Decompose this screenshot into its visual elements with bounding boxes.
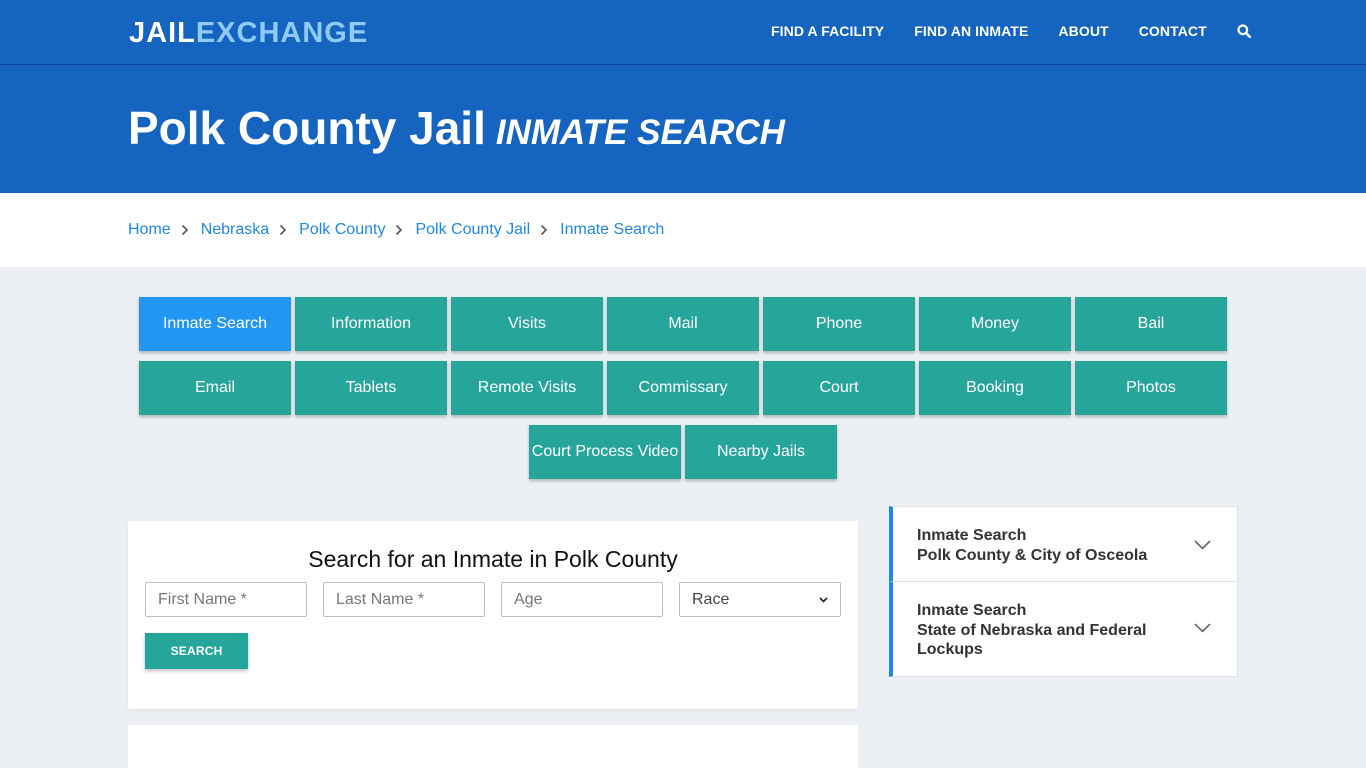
chevron-right-icon [541,224,548,236]
tab-booking[interactable]: Booking [919,361,1071,415]
tab-money[interactable]: Money [919,297,1071,351]
accordion-item-subtitle: Polk County & City of Osceola [917,546,1148,564]
race-select-value: Race [692,590,730,608]
chevron-down-icon [1194,623,1211,633]
page-title-subtitle: INMATE SEARCH [495,113,785,152]
sidebar-accordion: Inmate Search Polk County & City of Osce… [889,506,1238,677]
search-icon[interactable] [1237,24,1251,38]
top-navbar: JAILEXCHANGE FIND A FACILITY FIND AN INM… [0,0,1366,64]
tab-information[interactable]: Information [295,297,447,351]
breadcrumb-polk-county-jail[interactable]: Polk County Jail [415,220,530,240]
breadcrumb: Home Nebraska Polk County Polk County Ja… [128,220,664,240]
tab-row: Inmate Search Information Visits Mail Ph… [0,297,1366,351]
page-hero: Polk County Jail INMATE SEARCH [0,64,1366,193]
race-select[interactable]: Race [679,582,841,617]
facility-tabs: Inmate Search Information Visits Mail Ph… [0,297,1366,489]
breadcrumb-inmate-search[interactable]: Inmate Search [560,220,664,240]
chevron-right-icon [396,224,403,236]
inmate-search-card: Search for an Inmate in Polk County Firs… [128,521,858,709]
tab-inmate-search[interactable]: Inmate Search [139,297,291,351]
logo-text-exchange: EXCHANGE [195,17,369,49]
content-card [128,725,858,768]
search-heading: Search for an Inmate in Polk County [308,546,678,572]
tab-phone[interactable]: Phone [763,297,915,351]
chevron-down-icon [1194,540,1211,550]
page-title-main: Polk County Jail [128,102,486,154]
tab-email[interactable]: Email [139,361,291,415]
chevron-down-icon [819,596,828,603]
tab-bail[interactable]: Bail [1075,297,1227,351]
breadcrumb-polk-county[interactable]: Polk County [299,220,385,240]
nav-about[interactable]: ABOUT [1058,22,1108,40]
logo-text-jail: JAIL [129,17,196,49]
nav-find-a-facility[interactable]: FIND A FACILITY [771,22,884,40]
breadcrumb-nebraska[interactable]: Nebraska [201,220,269,240]
chevron-right-icon [181,224,188,236]
accordion-item-title: Inmate Search [917,527,1027,544]
main-nav: FIND A FACILITY FIND AN INMATE ABOUT CON… [771,22,1251,40]
tab-mail[interactable]: Mail [607,297,759,351]
page-title: Polk County Jail INMATE SEARCH [128,103,785,158]
search-button[interactable]: SEARCH [145,633,248,669]
accordion-item-state-federal[interactable]: Inmate Search State of Nebraska and Fede… [889,582,1238,677]
chevron-right-icon [280,224,287,236]
tab-commissary[interactable]: Commissary [607,361,759,415]
age-field[interactable]: Age [501,582,663,617]
nav-find-an-inmate[interactable]: FIND AN INMATE [914,22,1028,40]
last-name-field[interactable]: Last Name * [323,582,485,617]
tab-tablets[interactable]: Tablets [295,361,447,415]
tab-row: Email Tablets Remote Visits Commissary C… [0,361,1366,415]
tab-nearby-jails[interactable]: Nearby Jails [685,425,837,479]
accordion-item-label: Inmate Search State of Nebraska and Fede… [917,601,1167,660]
nav-contact[interactable]: CONTACT [1139,22,1207,40]
tab-row: Court Process Video Nearby Jails [0,425,1366,479]
accordion-item-label: Inmate Search Polk County & City of Osce… [917,526,1167,565]
accordion-item-polk-county[interactable]: Inmate Search Polk County & City of Osce… [889,506,1238,582]
site-logo[interactable]: JAILEXCHANGE [129,17,368,49]
tab-photos[interactable]: Photos [1075,361,1227,415]
breadcrumb-home[interactable]: Home [128,220,171,240]
accordion-item-subtitle: State of Nebraska and Federal Lockups [917,621,1147,659]
accordion-item-title: Inmate Search [917,602,1027,619]
tab-court-process-video[interactable]: Court Process Video [529,425,681,479]
tab-remote-visits[interactable]: Remote Visits [451,361,603,415]
first-name-field[interactable]: First Name * [145,582,307,617]
tab-visits[interactable]: Visits [451,297,603,351]
breadcrumb-bar: Home Nebraska Polk County Polk County Ja… [0,193,1366,267]
tab-court[interactable]: Court [763,361,915,415]
